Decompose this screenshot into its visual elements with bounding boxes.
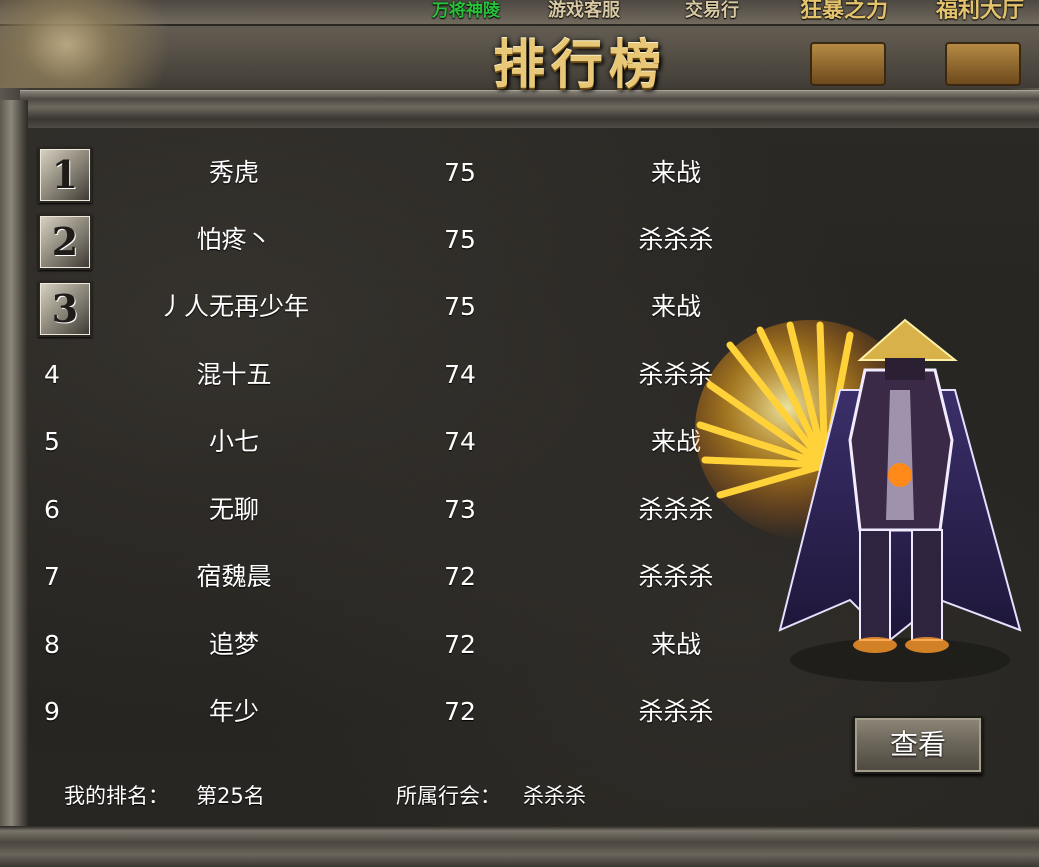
frame-left-border	[0, 100, 28, 840]
character-portrait	[695, 318, 1022, 682]
player-guild: 来战	[650, 158, 701, 187]
shadow-ellipse	[790, 638, 1010, 682]
my-guild-label: 所属行会：	[396, 784, 501, 808]
rank-number: 8	[44, 630, 60, 659]
ranking-row[interactable]: 4 混十五 74 杀杀杀	[28, 342, 768, 408]
nav-link-trade[interactable]: 交易行	[685, 0, 739, 22]
player-name: 怕疼丶	[196, 225, 272, 254]
rank-number: 9	[44, 697, 60, 726]
rank-badge: 3	[38, 281, 92, 337]
armor-gem	[888, 463, 912, 487]
rank-number: 5	[44, 427, 60, 456]
player-name: 追梦	[208, 630, 259, 659]
player-level: 74	[444, 427, 476, 456]
nav-link-wanjiang[interactable]: 万将神陵	[432, 0, 500, 22]
rank-number: 7	[44, 562, 60, 591]
player-name: 无聊	[208, 495, 259, 524]
player-guild: 杀杀杀	[638, 225, 714, 254]
nav-link-welfare-hall[interactable]: 福利大厅	[936, 0, 1024, 22]
my-guild-value: 杀杀杀	[523, 784, 586, 808]
player-name: 丿人无再少年	[158, 292, 309, 321]
rank-badge: 2	[38, 214, 92, 270]
ranking-row[interactable]: 1 秀虎 75 来战	[28, 140, 768, 206]
rank-number: 6	[44, 495, 60, 524]
dragon-ornament	[0, 0, 190, 100]
ranking-row[interactable]: 2 怕疼丶 75 杀杀杀	[28, 207, 768, 273]
building-icon	[810, 42, 886, 86]
chest-icon	[945, 42, 1021, 86]
nav-link-customer-service[interactable]: 游戏客服	[548, 0, 620, 22]
rank-number: 4	[44, 360, 60, 389]
ranking-row[interactable]: 7 宿魏晨 72 杀杀杀	[28, 544, 768, 610]
player-name: 宿魏晨	[196, 562, 272, 591]
player-level: 72	[444, 562, 476, 591]
rank-badge: 1	[38, 147, 92, 203]
view-button[interactable]: 查看	[853, 716, 983, 774]
player-level: 75	[444, 225, 476, 254]
player-name: 小七	[208, 427, 259, 456]
player-name: 混十五	[196, 360, 272, 389]
player-level: 74	[444, 360, 476, 389]
player-name: 年少	[208, 697, 259, 726]
player-level: 75	[444, 158, 476, 187]
player-level: 75	[444, 292, 476, 321]
ranking-row[interactable]: 8 追梦 72 来战	[28, 612, 768, 678]
ranking-row[interactable]: 3 丿人无再少年 75 来战	[28, 274, 768, 340]
ranking-row[interactable]: 5 小七 74 来战	[28, 409, 768, 475]
my-rank-label: 我的排名：	[64, 784, 169, 808]
ranking-row[interactable]: 9 年少 72 杀杀杀	[28, 679, 768, 745]
ranking-row[interactable]: 6 无聊 73 杀杀杀	[28, 477, 768, 543]
player-level: 72	[444, 630, 476, 659]
nav-link-rage-power[interactable]: 狂暴之力	[800, 0, 888, 22]
player-level: 72	[444, 697, 476, 726]
frame-bottom-border	[0, 826, 1039, 867]
page-title: 排行榜	[492, 35, 667, 96]
player-level: 73	[444, 495, 476, 524]
player-name: 秀虎	[208, 158, 259, 187]
my-rank-value: 第25名	[196, 784, 265, 808]
